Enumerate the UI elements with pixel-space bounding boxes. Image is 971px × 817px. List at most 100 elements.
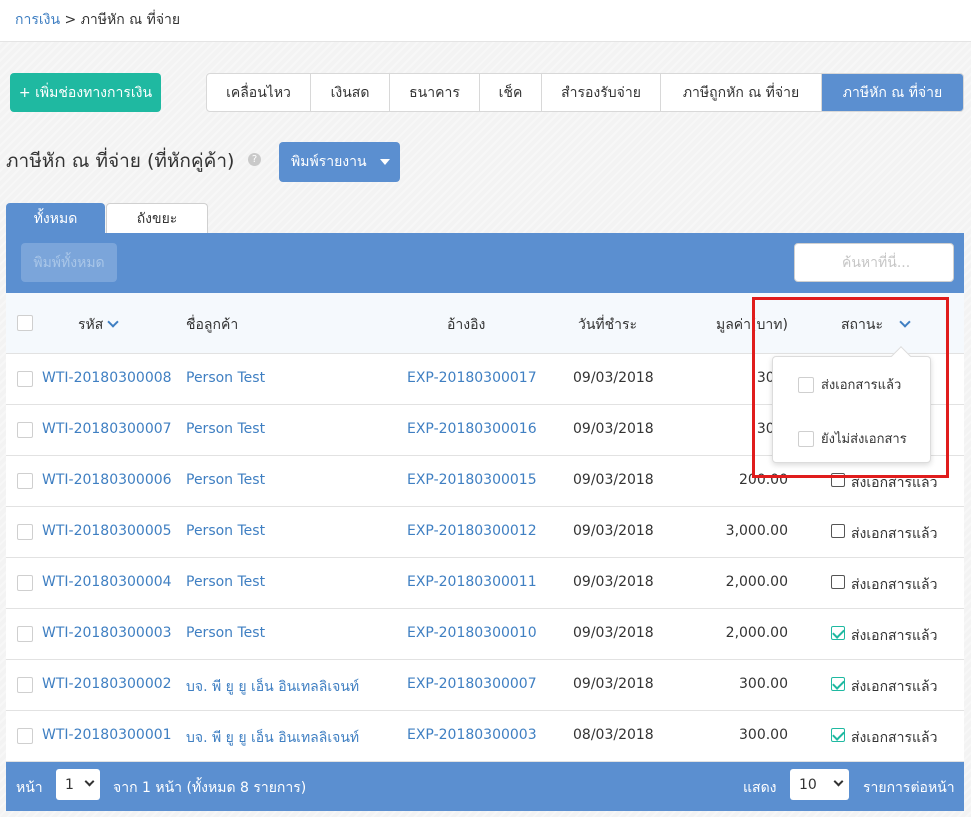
column-customer: ชื่อลูกค้า <box>186 317 239 333</box>
tab-bank[interactable]: ธนาคาร <box>390 74 480 111</box>
doc-sent-checkbox[interactable] <box>831 575 845 589</box>
breadcrumb: การเงิน > ภาษีหัก ณ ที่จ่าย <box>15 9 180 31</box>
row-code-link[interactable]: WTI-20180300002 <box>42 676 172 692</box>
row-reference-link[interactable]: EXP-20180300015 <box>407 472 537 488</box>
pagination-bar: หน้า 1 จาก 1 หน้า (ทั้งหมด 8 รายการ) แสด… <box>6 762 964 811</box>
row-code-link[interactable]: WTI-20180300001 <box>42 727 172 743</box>
subtab-all[interactable]: ทั้งหมด <box>6 203 105 234</box>
doc-sent-label: ส่งเอกสารแล้ว <box>851 730 938 746</box>
print-all-button[interactable]: พิมพ์ทั้งหมด <box>21 243 117 282</box>
row-customer-link[interactable]: Person Test <box>186 472 265 488</box>
tab-petty-cash[interactable]: สำรองรับจ่าย <box>542 74 661 111</box>
row-reference-link[interactable]: EXP-20180300016 <box>407 421 537 437</box>
table-row: WTI-20180300004 Person Test EXP-20180300… <box>6 558 964 609</box>
row-code-link[interactable]: WTI-20180300005 <box>42 523 172 539</box>
tab-cheque[interactable]: เช็ค <box>480 74 542 111</box>
row-checkbox[interactable] <box>17 728 33 744</box>
row-reference-link[interactable]: EXP-20180300003 <box>407 727 537 743</box>
column-code[interactable]: รหัส <box>78 314 119 336</box>
row-reference-link[interactable]: EXP-20180300007 <box>407 676 537 692</box>
select-all-checkbox[interactable] <box>17 315 33 331</box>
print-report-button[interactable]: พิมพ์รายงาน <box>279 142 400 182</box>
row-pay-date: 08/03/2018 <box>573 727 654 743</box>
row-code-link[interactable]: WTI-20180300006 <box>42 472 172 488</box>
page-select-value: 1 <box>65 776 74 793</box>
column-pay-date: วันที่ชำระ <box>578 317 638 333</box>
row-reference-link[interactable]: EXP-20180300011 <box>407 574 537 590</box>
row-customer-link[interactable]: Person Test <box>186 625 265 641</box>
tab-movement[interactable]: เคลื่อนไหว <box>207 74 311 111</box>
doc-sent-label: ส่งเอกสารแล้ว <box>851 679 938 695</box>
row-reference-link[interactable]: EXP-20180300012 <box>407 523 537 539</box>
per-page-select-value: 10 <box>799 776 817 793</box>
tab-cash[interactable]: เงินสด <box>311 74 390 111</box>
row-amount: 2,000.00 <box>725 574 788 590</box>
doc-sent-label: ส่งเอกสารแล้ว <box>851 628 938 644</box>
row-reference-link[interactable]: EXP-20180300010 <box>407 625 537 641</box>
row-amount: 300.00 <box>739 727 788 743</box>
row-customer-link[interactable]: บจ. พี ยู ยู เอ็น อินเทลลิเจนท์ <box>186 676 359 698</box>
row-customer-link[interactable]: บจ. พี ยู ยู เอ็น อินเทลลิเจนท์ <box>186 727 359 749</box>
page-title: ภาษีหัก ณ ที่จ่าย (ที่หักคู่ค้า) <box>6 150 235 172</box>
tab-withholding-tax[interactable]: ภาษีหัก ณ ที่จ่าย <box>822 74 963 111</box>
row-reference-link[interactable]: EXP-20180300017 <box>407 370 537 386</box>
row-pay-date: 09/03/2018 <box>573 421 654 437</box>
finance-tabs: เคลื่อนไหว เงินสด ธนาคาร เช็ค สำรองรับจ่… <box>206 73 964 112</box>
row-code-link[interactable]: WTI-20180300007 <box>42 421 172 437</box>
column-reference: อ้างอิง <box>447 317 486 333</box>
table-row: WTI-20180300003 Person Test EXP-20180300… <box>6 609 964 660</box>
column-code-label: รหัส <box>78 317 104 333</box>
row-code-link[interactable]: WTI-20180300004 <box>42 574 172 590</box>
add-payment-channel-button[interactable]: + เพิ่มช่องทางการเงิน <box>10 73 161 112</box>
row-checkbox[interactable] <box>17 626 33 642</box>
row-checkbox[interactable] <box>17 524 33 540</box>
doc-sent-checkbox[interactable] <box>831 524 845 538</box>
subtab-trash[interactable]: ถังขยะ <box>106 203 208 234</box>
breadcrumb-current: ภาษีหัก ณ ที่จ่าย <box>80 12 181 28</box>
chevron-down-icon <box>833 776 844 787</box>
search-input[interactable] <box>794 243 954 282</box>
row-checkbox[interactable] <box>17 677 33 693</box>
row-pay-date: 09/03/2018 <box>573 574 654 590</box>
top-bar: การเงิน > ภาษีหัก ณ ที่จ่าย <box>0 0 971 42</box>
breadcrumb-finance-link[interactable]: การเงิน <box>15 12 60 28</box>
doc-sent-label: ส่งเอกสารแล้ว <box>851 577 938 593</box>
tab-withheld-tax-received[interactable]: ภาษีถูกหัก ณ ที่จ่าย <box>661 74 822 111</box>
print-report-label: พิมพ์รายงาน <box>291 154 367 170</box>
per-page-select[interactable]: 10 <box>790 769 849 800</box>
sort-chevron-down-icon[interactable] <box>107 316 119 328</box>
row-code-link[interactable]: WTI-20180300003 <box>42 625 172 641</box>
page-select[interactable]: 1 <box>56 769 100 800</box>
row-pay-date: 09/03/2018 <box>573 472 654 488</box>
doc-sent-checkbox[interactable] <box>831 677 845 691</box>
row-pay-date: 09/03/2018 <box>573 625 654 641</box>
row-pay-date: 09/03/2018 <box>573 523 654 539</box>
row-checkbox[interactable] <box>17 575 33 591</box>
table-row: WTI-20180300002 บจ. พี ยู ยู เอ็น อินเทล… <box>6 660 964 711</box>
row-customer-link[interactable]: Person Test <box>186 523 265 539</box>
row-customer-link[interactable]: Person Test <box>186 574 265 590</box>
row-amount: 2,000.00 <box>725 625 788 641</box>
row-customer-link[interactable]: Person Test <box>186 370 265 386</box>
row-pay-date: 09/03/2018 <box>573 370 654 386</box>
breadcrumb-separator: > <box>64 12 77 28</box>
chevron-down-icon <box>84 776 95 787</box>
doc-sent-checkbox[interactable] <box>831 728 845 742</box>
doc-sent-checkbox[interactable] <box>831 626 845 640</box>
row-checkbox[interactable] <box>17 422 33 438</box>
help-icon[interactable]: ? <box>248 153 261 166</box>
row-customer-link[interactable]: Person Test <box>186 421 265 437</box>
row-code-link[interactable]: WTI-20180300008 <box>42 370 172 386</box>
show-label: แสดง <box>743 780 777 796</box>
page-label: หน้า <box>16 780 43 796</box>
page-info: จาก 1 หน้า (ทั้งหมด 8 รายการ) <box>113 780 307 796</box>
row-checkbox[interactable] <box>17 371 33 387</box>
caret-down-icon <box>380 159 390 165</box>
row-amount: 3,000.00 <box>725 523 788 539</box>
row-pay-date: 09/03/2018 <box>573 676 654 692</box>
red-highlight-box <box>752 297 949 478</box>
per-page-label: รายการต่อหน้า <box>863 780 955 796</box>
doc-sent-label: ส่งเอกสารแล้ว <box>851 526 938 542</box>
table-row: WTI-20180300005 Person Test EXP-20180300… <box>6 507 964 558</box>
row-checkbox[interactable] <box>17 473 33 489</box>
